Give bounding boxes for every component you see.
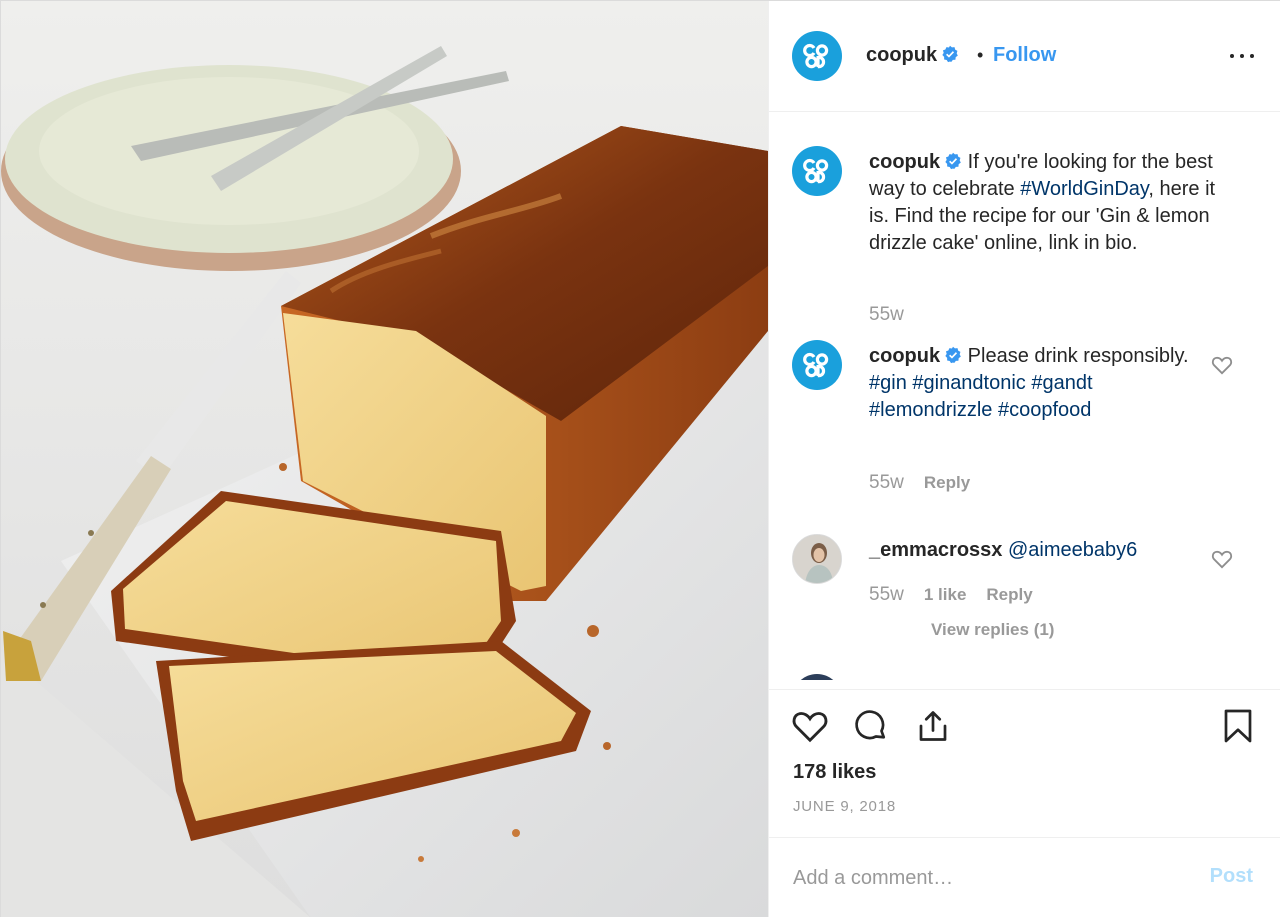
commenter-username[interactable]: coopuk (869, 151, 940, 173)
hashtag-link[interactable]: #gin (869, 372, 907, 394)
commenter-avatar[interactable] (792, 534, 842, 584)
author-avatar[interactable] (792, 31, 842, 81)
likes-count[interactable]: 178 likes (793, 761, 876, 784)
post-date[interactable]: JUNE 9, 2018 (793, 798, 896, 815)
view-replies-button[interactable]: View replies (1) (931, 620, 1054, 640)
comment-meta: 55w (869, 304, 904, 326)
verified-badge-icon (945, 346, 961, 364)
lemon-drizzle-cake-photo (1, 1, 768, 917)
like-comment-heart-icon[interactable] (1211, 355, 1233, 375)
comment-text: coopuk Please drink responsibly. #gin #g… (869, 343, 1189, 424)
hashtag-link[interactable]: #lemondrizzle (869, 399, 992, 421)
share-icon[interactable] (915, 708, 951, 744)
hashtag-link[interactable]: #coopfood (998, 399, 1091, 421)
coop-logo-icon (803, 43, 829, 69)
hashtag-link[interactable]: #gandt (1031, 372, 1092, 394)
commenter-username[interactable]: _emmacrossx (869, 539, 1002, 561)
reply-button[interactable]: Reply (986, 585, 1032, 604)
post-image[interactable] (1, 1, 768, 917)
comment-text-part: Please drink responsibly. (962, 345, 1189, 367)
coop-logo-icon (803, 158, 829, 184)
more-options-icon[interactable] (1229, 45, 1255, 67)
hashtag-link[interactable]: #WorldGinDay (1020, 178, 1148, 200)
instagram-post: coopuk • Follow coopuk If you're looking… (0, 0, 1280, 917)
post-header: coopuk • Follow (769, 1, 1280, 112)
like-comment-heart-icon[interactable] (1211, 549, 1233, 569)
header-separator: • (977, 45, 984, 65)
comment-age[interactable]: 55w (869, 584, 904, 605)
comment-likes-count[interactable]: 1 like (924, 585, 967, 604)
coop-logo-icon (803, 352, 829, 378)
comment-text: _emmacrossx @aimeebaby6 (869, 537, 1229, 564)
comment-age[interactable]: 55w (869, 472, 904, 493)
comment-age[interactable]: 55w (869, 304, 904, 325)
caption-text: coopuk If you're looking for the best wa… (869, 149, 1229, 257)
verified-badge-icon (942, 45, 958, 63)
author-username-text[interactable]: coopuk (866, 44, 937, 66)
heart-icon[interactable] (791, 708, 829, 744)
reply-button[interactable]: Reply (924, 473, 970, 492)
add-comment-bar: Post (769, 837, 1280, 917)
post-details-panel: coopuk • Follow coopuk If you're looking… (768, 1, 1280, 917)
user-photo-icon (793, 535, 841, 583)
commenter-avatar[interactable] (792, 674, 842, 680)
post-comment-button[interactable]: Post (1210, 865, 1253, 888)
commenter-avatar[interactable] (792, 340, 842, 390)
hashtag-link[interactable]: #ginandtonic (912, 372, 1025, 394)
mention-link[interactable]: @aimeebaby6 (1008, 539, 1137, 561)
commenter-username[interactable]: coopuk (869, 345, 940, 367)
commenter-avatar[interactable] (792, 146, 842, 196)
comment-input[interactable] (793, 862, 1173, 894)
post-actions: 178 likes JUNE 9, 2018 Post (769, 689, 1280, 917)
comment-meta: 55w 1 like Reply (869, 584, 1033, 606)
follow-button[interactable]: Follow (993, 44, 1056, 67)
comment-meta: 55w Reply (869, 472, 970, 494)
comments-list[interactable]: coopuk If you're looking for the best wa… (769, 112, 1280, 680)
verified-badge-icon (945, 152, 961, 170)
bookmark-icon[interactable] (1221, 708, 1255, 744)
comment-icon[interactable] (853, 708, 889, 744)
author-username[interactable]: coopuk (866, 44, 959, 67)
